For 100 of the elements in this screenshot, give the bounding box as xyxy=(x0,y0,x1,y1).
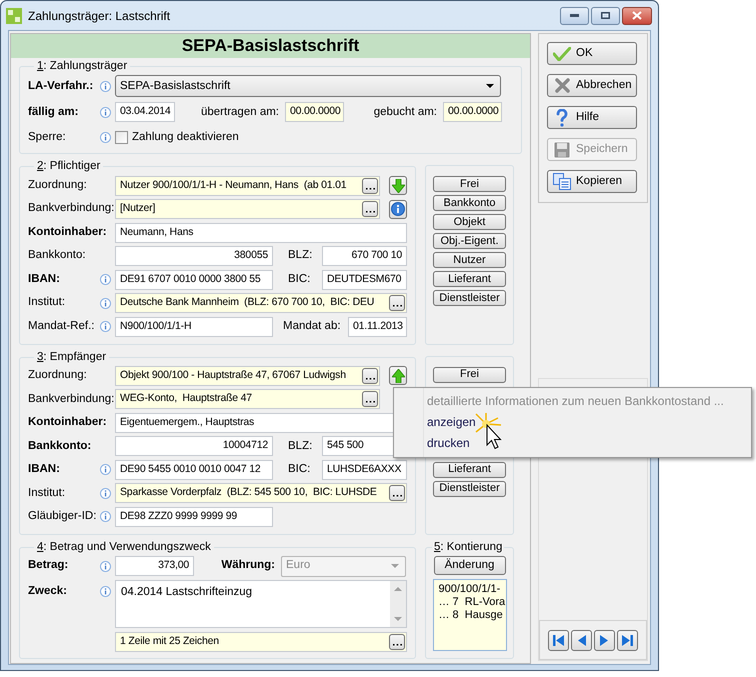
assign-button[interactable]: Lieferant xyxy=(433,462,506,478)
checkbox[interactable] xyxy=(115,130,128,144)
field-label: IBAN: xyxy=(28,272,61,287)
action-button[interactable]: OK xyxy=(547,42,637,65)
text-field[interactable]: Neumann, Hans xyxy=(115,222,407,242)
check-icon xyxy=(553,46,571,60)
text-field[interactable]: LUHSDE6AXXX xyxy=(322,460,407,480)
text-field[interactable]: 10004712 xyxy=(115,436,273,456)
next-icon xyxy=(600,634,609,646)
field-label: Bankkonto: xyxy=(28,248,87,264)
info-icon xyxy=(100,511,111,522)
text-field[interactable]: 380055 xyxy=(115,246,273,266)
info-icon xyxy=(100,132,111,143)
text-field[interactable]: DEUTDESM670 xyxy=(322,270,407,290)
field-label: Institut: xyxy=(28,486,66,501)
down-arrow-icon xyxy=(392,178,404,192)
field-label: Institut: xyxy=(28,295,66,310)
field-label: gebucht am: xyxy=(372,104,438,120)
assign-button[interactable]: Dienstleister xyxy=(433,290,506,306)
close-icon xyxy=(632,11,642,20)
text-field[interactable]: Sparkasse Vorderpfalz (BLZ: 545 500 10, BIC: LUHSDE xyxy=(115,483,407,504)
info-icon xyxy=(100,488,111,499)
text-field[interactable]: 01.11.2013 xyxy=(348,316,407,336)
field-label: Zweck: xyxy=(28,584,68,599)
action-button[interactable]: Abbrechen xyxy=(547,74,637,97)
down-arrow-button[interactable] xyxy=(389,176,407,195)
section-title: 1: Zahlungsträger xyxy=(36,59,128,74)
scrollbar-drawing xyxy=(390,581,406,627)
change-button[interactable]: Änderung xyxy=(434,556,506,575)
date-field[interactable]: 00.00.0000 xyxy=(285,102,344,122)
assignment-field[interactable]: [Nutzer] xyxy=(115,199,380,219)
field-label: BLZ: xyxy=(287,438,314,454)
info-button[interactable] xyxy=(389,200,407,218)
action-button[interactable]: Hilfe xyxy=(547,106,637,129)
info-icon xyxy=(100,464,111,476)
field-label: LA-Verfahr.: xyxy=(28,78,94,94)
assign-button[interactable]: Frei xyxy=(433,366,506,382)
navigation-button[interactable] xyxy=(571,630,592,650)
field-label: Bankkonto: xyxy=(28,438,92,454)
navigation-button[interactable] xyxy=(548,630,569,650)
field-label: IBAN: xyxy=(28,462,61,478)
text-field[interactable]: DE91 6707 0010 0000 3800 55 xyxy=(115,270,273,290)
field-label: Gläubiger-ID: xyxy=(28,509,98,524)
assignment-field[interactable]: Objekt 900/100 - Hauptstraße 47, 67067 Ludwigsh xyxy=(115,366,380,386)
navigation-button[interactable] xyxy=(617,630,638,650)
field-label: Kontoinhaber: xyxy=(28,415,108,430)
field-label: BIC: xyxy=(287,462,312,478)
header-bar: SEPA-Basislastschrift xyxy=(11,34,530,58)
more-button[interactable] xyxy=(389,485,405,502)
amount-field[interactable]: 373,00 xyxy=(115,556,194,576)
menu-item[interactable]: anzeigen xyxy=(427,412,724,433)
field-label: Mandat ab: xyxy=(282,318,342,334)
caret-icon xyxy=(486,84,494,88)
more-button[interactable] xyxy=(362,178,378,194)
counter-field[interactable]: 1 Zeile mit 25 Zeichen xyxy=(115,632,407,652)
text-field[interactable]: DE90 5455 0010 0010 0047 12 xyxy=(115,460,273,480)
assignment-field[interactable]: WEG-Konto, Hauptstraße 47 xyxy=(115,389,380,410)
info-icon xyxy=(100,80,111,92)
method-dropdown[interactable]: SEPA-Basislastschrift xyxy=(115,75,501,98)
assign-button[interactable]: Objekt xyxy=(433,214,506,230)
assign-button[interactable]: Frei xyxy=(433,176,506,192)
assign-button[interactable]: Nutzer xyxy=(433,252,506,268)
minimize-button[interactable] xyxy=(560,6,589,24)
info-icon xyxy=(100,298,111,308)
more-button[interactable] xyxy=(389,295,405,311)
accounting-line: … 8 Hausge xyxy=(438,609,504,622)
assign-button[interactable]: Lieferant xyxy=(433,271,506,288)
assign-button[interactable]: Obj.-Eigent. xyxy=(433,233,506,250)
field-label: Währung: xyxy=(220,558,276,574)
previous-icon xyxy=(577,634,586,646)
field-label: Betrag: xyxy=(28,558,70,574)
field-label: Sperre: xyxy=(28,130,67,145)
field-label: Zuordnung: xyxy=(28,368,88,384)
more-button[interactable] xyxy=(362,201,378,217)
assign-button[interactable]: Dienstleister xyxy=(433,480,506,496)
section-title: 3: Empfänger xyxy=(36,350,108,364)
first-record-icon xyxy=(553,634,564,646)
close-button[interactable] xyxy=(622,6,652,24)
more-button[interactable] xyxy=(389,634,405,650)
maximize-button[interactable] xyxy=(591,6,620,24)
up-arrow-button[interactable] xyxy=(389,366,407,386)
more-button[interactable] xyxy=(362,368,378,384)
text-field[interactable]: DE98 ZZZ0 9999 9999 99 xyxy=(115,506,273,527)
info-icon xyxy=(100,106,111,118)
text-field[interactable]: N900/100/1/1-H xyxy=(115,316,273,336)
text-field[interactable]: Deutsche Bank Mannheim (BLZ: 670 700 10, BIC: DEU xyxy=(115,293,407,313)
more-button[interactable] xyxy=(362,391,378,408)
assign-button[interactable]: Bankkonto xyxy=(433,195,506,212)
date-field[interactable]: 03.04.2014 xyxy=(115,102,175,122)
app-logo-icon xyxy=(6,8,22,24)
assignment-field[interactable]: Nutzer 900/100/1/1-H - Neumann, Hans (ab 01.01 xyxy=(115,176,380,196)
field-label: Kontoinhaber: xyxy=(28,224,108,240)
menu-item[interactable]: drucken xyxy=(427,433,724,454)
date-field[interactable]: 00.00.0000 xyxy=(443,102,502,122)
text-field[interactable]: 670 700 10 xyxy=(322,246,407,266)
accounting-line: 900/100/1/1- xyxy=(438,583,502,596)
up-arrow-icon xyxy=(392,368,404,383)
action-button[interactable]: Kopieren xyxy=(547,170,637,193)
navigation-button[interactable] xyxy=(594,630,615,650)
purpose-textarea[interactable]: 04.2014 Lastschrifteinzug xyxy=(115,580,407,628)
